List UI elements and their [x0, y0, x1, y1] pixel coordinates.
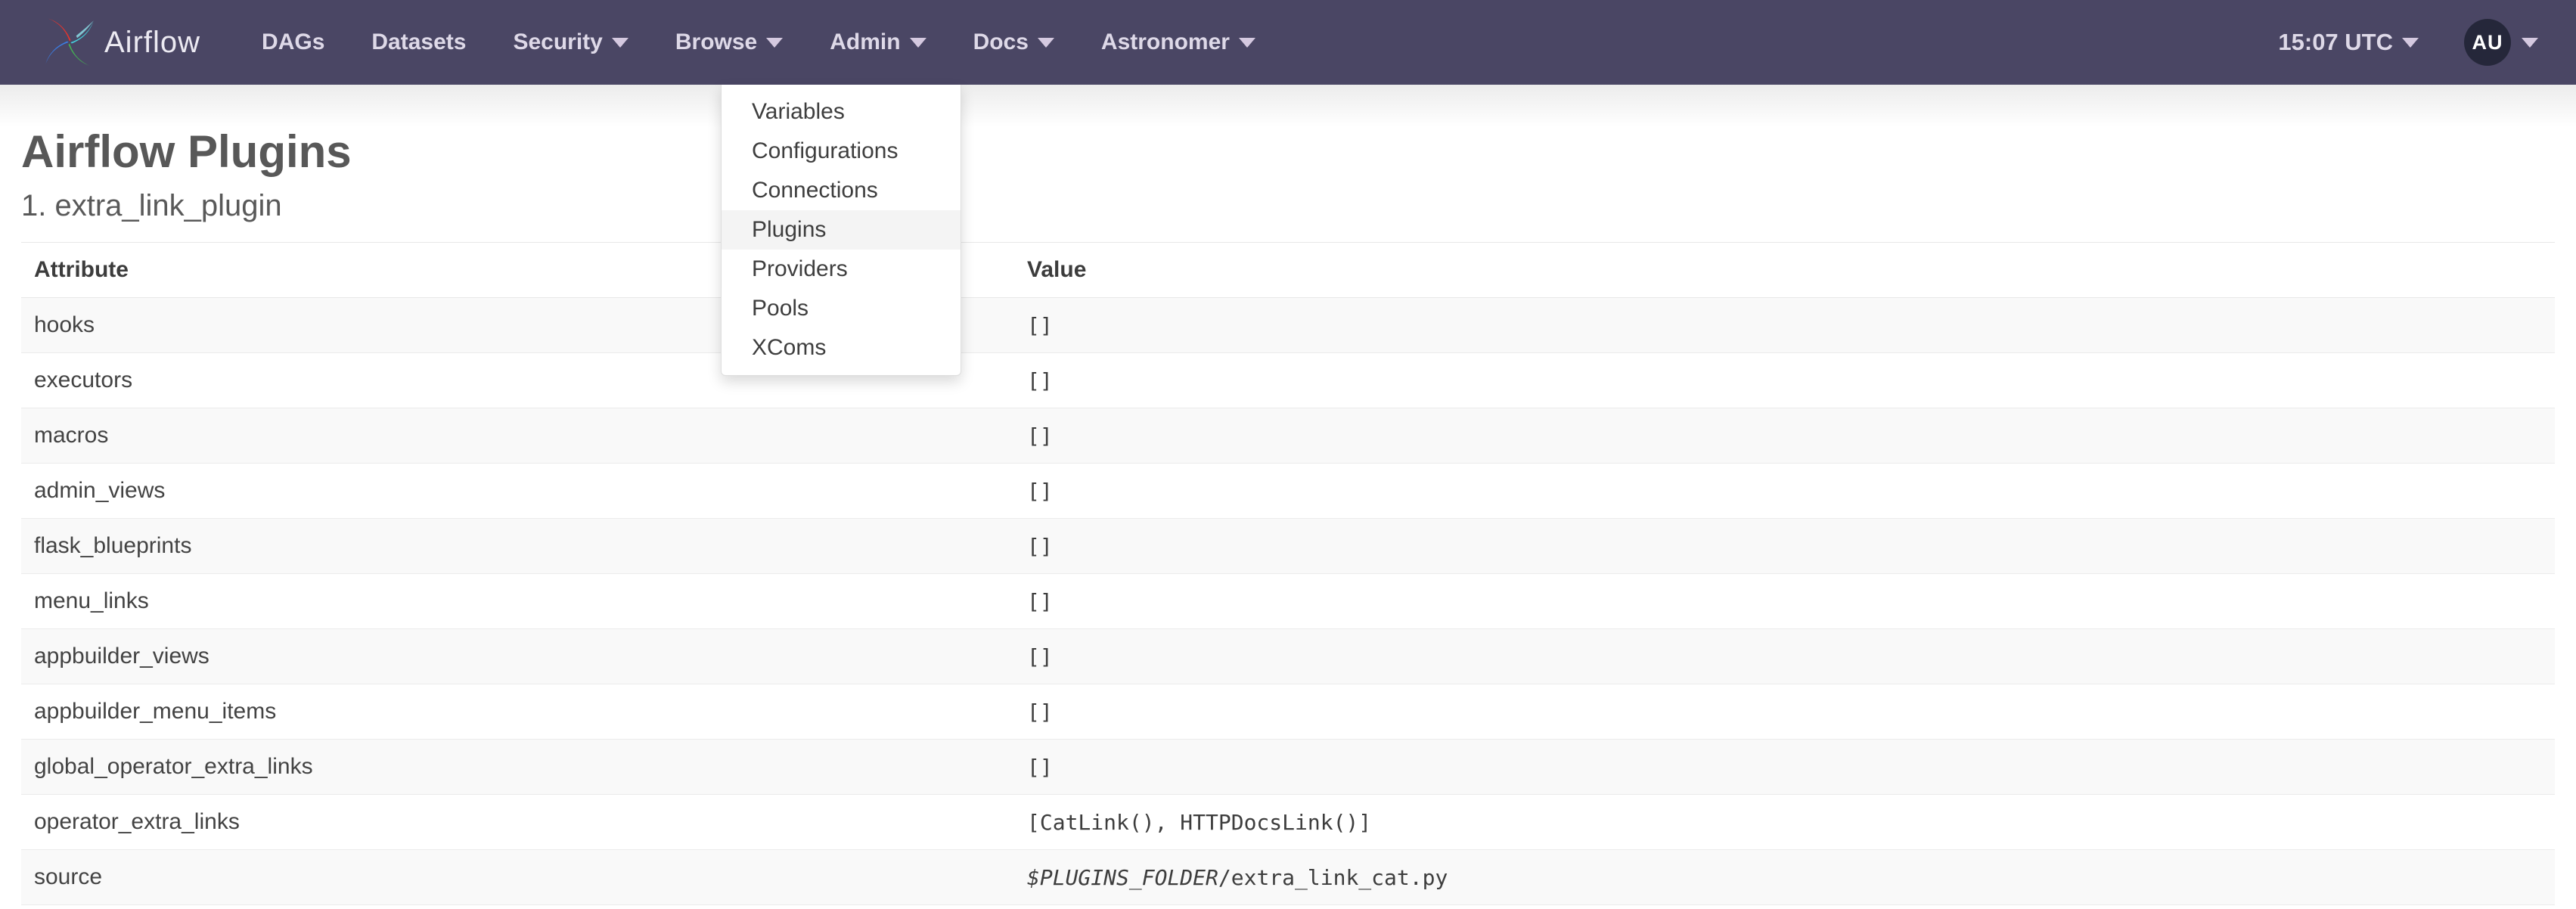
page-title: Airflow Plugins [21, 126, 352, 177]
value-cell: [CatLink(), HTTPDocsLink()] [1014, 794, 2555, 850]
env-var-text: $PLUGINS_FOLDER [1027, 864, 1218, 890]
menu-item-providers[interactable]: Providers [722, 250, 961, 289]
table-row: hooks[] [21, 297, 2555, 353]
nav-item-label: Admin [830, 29, 901, 54]
nav-item-label: Datasets [371, 29, 467, 54]
attribute-cell: admin_views [21, 463, 1014, 519]
nav-item-label: Astronomer [1100, 29, 1230, 54]
nav-item-label: Browse [675, 29, 758, 54]
nav-item-datasets[interactable]: Datasets [348, 0, 489, 85]
nav-item-astronomer[interactable]: Astronomer [1078, 0, 1279, 85]
plugin-attributes-table: Attribute Value hooks[] executors[] macros… [21, 242, 2555, 905]
table-row: admin_views[] [21, 463, 2555, 519]
attribute-cell: flask_blueprints [21, 518, 1014, 574]
nav-menu: DAGs Datasets Security Browse Admin Docs Astro… [238, 0, 1279, 85]
chevron-down-icon [1238, 37, 1255, 48]
value-cell: [] [1014, 518, 2555, 574]
value-cell: [] [1014, 684, 2555, 740]
chevron-down-icon [766, 37, 784, 48]
value-cell: [] [1014, 463, 2555, 519]
value-text: /extra_link_cat.py [1218, 864, 1448, 890]
airflow-pinwheel-icon [45, 18, 94, 67]
airflow-logo[interactable]: Airflow [42, 15, 200, 70]
nav-item-label: DAGs [262, 29, 325, 54]
table-row: macros[] [21, 408, 2555, 464]
attribute-cell: menu_links [21, 573, 1014, 629]
brand-label: Airflow [104, 25, 201, 59]
column-header-value: Value [1014, 242, 2555, 298]
navbar-right: 15:07 UTC AU [2278, 19, 2538, 66]
table-row: flask_blueprints[] [21, 518, 2555, 574]
attribute-cell: global_operator_extra_links [21, 739, 1014, 795]
table-row: operator_extra_links [CatLink(), HTTPDocs… [21, 794, 2555, 850]
nav-item-browse[interactable]: Browse [652, 0, 806, 85]
menu-item-plugins[interactable]: Plugins [722, 210, 961, 250]
clock-label: 15:07 UTC [2278, 29, 2393, 55]
plugin-name: extra_link_plugin [54, 189, 282, 222]
admin-dropdown-menu: Variables Configurations Connections Plugin… [721, 85, 961, 376]
chevron-down-icon [2402, 37, 2419, 48]
value-cell: $PLUGINS_FOLDER/extra_link_cat.py [1014, 849, 2555, 905]
attribute-cell: appbuilder_views [21, 628, 1014, 684]
attribute-cell: macros [21, 408, 1014, 464]
chevron-down-icon [909, 37, 926, 48]
value-cell: [] [1014, 573, 2555, 629]
chevron-down-icon [611, 37, 628, 48]
menu-item-configurations[interactable]: Configurations [722, 132, 961, 171]
nav-item-security[interactable]: Security [489, 0, 651, 85]
value-cell: [] [1014, 408, 2555, 464]
navbar: Airflow DAGs Datasets Security Browse Admin D… [0, 0, 2576, 85]
menu-item-connections[interactable]: Connections [722, 171, 961, 210]
chevron-down-icon [1037, 37, 1054, 48]
attribute-cell: source [21, 849, 1014, 905]
value-cell: [] [1014, 628, 2555, 684]
attribute-cell: appbuilder_menu_items [21, 684, 1014, 740]
clock-dropdown[interactable]: 15:07 UTC [2278, 29, 2419, 56]
menu-item-pools[interactable]: Pools [722, 289, 961, 328]
table-row: executors[] [21, 352, 2555, 408]
value-cell: [] [1014, 297, 2555, 353]
chevron-down-icon [2522, 37, 2538, 48]
table-row: appbuilder_views[] [21, 628, 2555, 684]
value-cell: [] [1014, 739, 2555, 795]
nav-item-admin[interactable]: Admin [806, 0, 949, 85]
nav-item-label: Docs [973, 29, 1029, 54]
table-header-row: Attribute Value [21, 242, 2555, 298]
plugin-index: 1. [21, 189, 47, 222]
value-cell: [] [1014, 352, 2555, 408]
main-content: Airflow Plugins 1. extra_link_plugin Att… [0, 127, 2576, 905]
menu-item-variables[interactable]: Variables [722, 92, 961, 132]
nav-item-docs[interactable]: Docs [950, 0, 1078, 85]
nav-item-dags[interactable]: DAGs [238, 0, 348, 85]
table-row: appbuilder_menu_items[] [21, 684, 2555, 740]
attribute-cell: operator_extra_links [21, 794, 1014, 850]
table-row: global_operator_extra_links[] [21, 739, 2555, 795]
user-menu[interactable]: AU [2464, 19, 2538, 66]
table-row: source $PLUGINS_FOLDER/extra_link_cat.py [21, 849, 2555, 905]
menu-item-xcoms[interactable]: XComs [722, 328, 961, 368]
header-shade [0, 85, 2576, 127]
avatar[interactable]: AU [2464, 19, 2511, 66]
table-row: menu_links[] [21, 573, 2555, 629]
plugin-subtitle: 1. extra_link_plugin [21, 189, 2555, 222]
nav-item-label: Security [513, 29, 603, 54]
